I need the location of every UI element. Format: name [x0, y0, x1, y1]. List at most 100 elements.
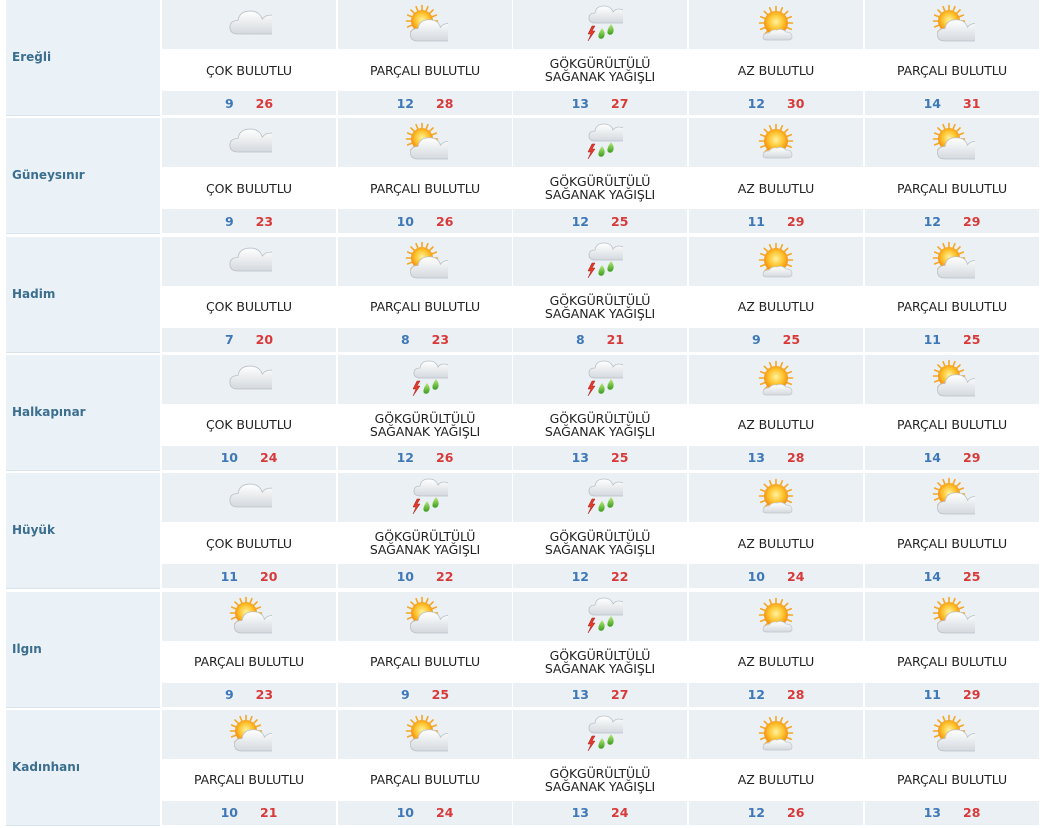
forecast-day-cell: AZ BULUTLU 12 28	[689, 591, 863, 708]
min-temperature: 10	[220, 450, 238, 466]
condition-label: AZ BULUTLU	[737, 654, 815, 669]
temperature-row: 11 20	[162, 564, 336, 589]
city-name[interactable]: Hadim	[12, 287, 55, 301]
condition-label: AZ BULUTLU	[737, 62, 815, 78]
max-temperature: 23	[431, 332, 450, 348]
max-temperature: 28	[963, 805, 981, 821]
thunderstorm-icon	[577, 596, 623, 638]
city-name[interactable]: Ereğli	[12, 50, 51, 64]
forecast-day-cell: PARÇALI BULUTLU 9 23	[162, 591, 336, 708]
city-row: Ilgın PARÇALI BULUTLU 9 23 PARÇALI BULUTLU 9 2…	[0, 591, 1046, 710]
partly-cloudy-icon	[402, 122, 448, 164]
icon-area	[865, 473, 1039, 523]
min-temperature: 11	[923, 332, 941, 348]
thunderstorm-icon	[577, 359, 623, 401]
temperature-row: 12 28	[338, 91, 512, 115]
city-row: Kadınhanı PARÇALI BULUTLU 10 21 PARÇALI BULU…	[0, 709, 1046, 828]
forecast-day-cell: PARÇALI BULUTLU 10 26	[338, 118, 512, 234]
max-temperature: 28	[436, 95, 454, 111]
condition-label: GÖKGÜRÜLTÜLÜ SAĞANAK YAĞIŞLI	[544, 647, 656, 676]
temperature-row: 13 24	[513, 800, 687, 825]
forecast-day-cell: PARÇALI BULUTLU 12 28	[338, 0, 512, 116]
city-name[interactable]: Halkapınar	[12, 405, 86, 419]
temperature-row: 13 25	[513, 445, 687, 470]
icon-area	[865, 354, 1039, 404]
max-temperature: 21	[260, 805, 278, 821]
condition-area: PARÇALI BULUTLU	[865, 49, 1039, 91]
partly-cloudy-icon	[929, 714, 975, 756]
icon-area	[513, 591, 687, 641]
icon-area	[338, 709, 512, 759]
temperature-row: 12 28	[689, 682, 863, 707]
thunderstorm-icon	[577, 477, 623, 519]
temperature-row: 8 21	[513, 327, 687, 352]
icon-area	[513, 709, 687, 759]
condition-area: GÖKGÜRÜLTÜLÜ SAĞANAK YAĞIŞLI	[513, 49, 687, 91]
forecast-day-cell: PARÇALI BULUTLU 14 25	[865, 473, 1039, 589]
city-name[interactable]: Hüyük	[12, 523, 55, 537]
condition-area: AZ BULUTLU	[689, 522, 863, 565]
city-cell: Ereğli	[6, 0, 160, 116]
max-temperature: 23	[255, 213, 274, 229]
thunderstorm-icon	[402, 359, 448, 401]
mostly-sunny-icon	[753, 596, 799, 638]
min-temperature: 12	[396, 450, 414, 466]
min-temperature: 9	[400, 687, 410, 702]
temperature-row: 10 22	[338, 564, 512, 589]
min-temperature: 9	[224, 687, 234, 702]
max-temperature: 29	[963, 450, 981, 466]
min-temperature: 13	[571, 95, 589, 111]
city-name[interactable]: Kadınhanı	[12, 760, 80, 774]
condition-label: GÖKGÜRÜLTÜLÜ SAĞANAK YAĞIŞLI	[544, 56, 656, 84]
max-temperature: 24	[260, 450, 278, 466]
city-name[interactable]: Güneysınır	[12, 168, 85, 182]
max-temperature: 23	[255, 687, 274, 702]
condition-label: PARÇALI BULUTLU	[896, 180, 1008, 196]
mostly-sunny-icon	[753, 477, 799, 519]
condition-area: AZ BULUTLU	[689, 49, 863, 91]
temperature-row: 10 24	[338, 800, 512, 825]
condition-area: AZ BULUTLU	[689, 640, 863, 683]
forecast-day-cell: GÖKGÜRÜLTÜLÜ SAĞANAK YAĞIŞLI 13 27	[513, 0, 687, 116]
forecast-day-cell: AZ BULUTLU 11 29	[689, 118, 863, 234]
icon-area	[689, 118, 863, 168]
partly-cloudy-icon	[402, 596, 448, 638]
condition-label: PARÇALI BULUTLU	[369, 654, 481, 669]
condition-area: AZ BULUTLU	[689, 167, 863, 210]
partly-cloudy-icon	[929, 241, 975, 283]
forecast-day-cell: GÖKGÜRÜLTÜLÜ SAĞANAK YAĞIŞLI 10 22	[338, 473, 512, 589]
condition-area: PARÇALI BULUTLU	[162, 640, 336, 683]
max-temperature: 28	[787, 687, 805, 702]
forecast-day-cell: PARÇALI BULUTLU 11 29	[865, 591, 1039, 708]
temperature-row: 12 29	[865, 209, 1039, 234]
forecast-day-cell: ÇOK BULUTLU 9 26	[162, 0, 336, 116]
forecast-day-cell: GÖKGÜRÜLTÜLÜ SAĞANAK YAĞIŞLI 12 26	[338, 354, 512, 471]
condition-area: ÇOK BULUTLU	[162, 49, 336, 91]
min-temperature: 11	[747, 213, 765, 229]
icon-area	[513, 473, 687, 523]
condition-label: PARÇALI BULUTLU	[369, 299, 481, 315]
mostly-sunny-icon	[753, 122, 799, 164]
max-temperature: 24	[611, 805, 629, 821]
forecast-day-cell: PARÇALI BULUTLU 12 29	[865, 118, 1039, 234]
condition-area: ÇOK BULUTLU	[162, 522, 336, 565]
cloudy-icon	[226, 359, 272, 401]
condition-area: PARÇALI BULUTLU	[865, 285, 1039, 328]
city-name[interactable]: Ilgın	[12, 642, 42, 656]
max-temperature: 29	[963, 213, 981, 229]
min-temperature: 14	[923, 568, 941, 584]
city-cell: Halkapınar	[6, 354, 160, 471]
max-temperature: 25	[963, 568, 981, 584]
forecast-day-cell: ÇOK BULUTLU 7 20	[162, 236, 336, 353]
temperature-row: 9 25	[338, 682, 512, 707]
temperature-row: 11 25	[865, 327, 1039, 352]
cloudy-icon	[226, 241, 272, 283]
temperature-row: 10 24	[162, 445, 336, 470]
forecast-day-cell: GÖKGÜRÜLTÜLÜ SAĞANAK YAĞIŞLI 12 22	[513, 473, 687, 589]
condition-label: ÇOK BULUTLU	[206, 535, 292, 551]
thunderstorm-icon	[577, 241, 623, 283]
icon-area	[689, 591, 863, 641]
max-temperature: 25	[963, 332, 981, 348]
min-temperature: 12	[747, 95, 765, 111]
condition-label: GÖKGÜRÜLTÜLÜ SAĞANAK YAĞIŞLI	[369, 410, 481, 439]
